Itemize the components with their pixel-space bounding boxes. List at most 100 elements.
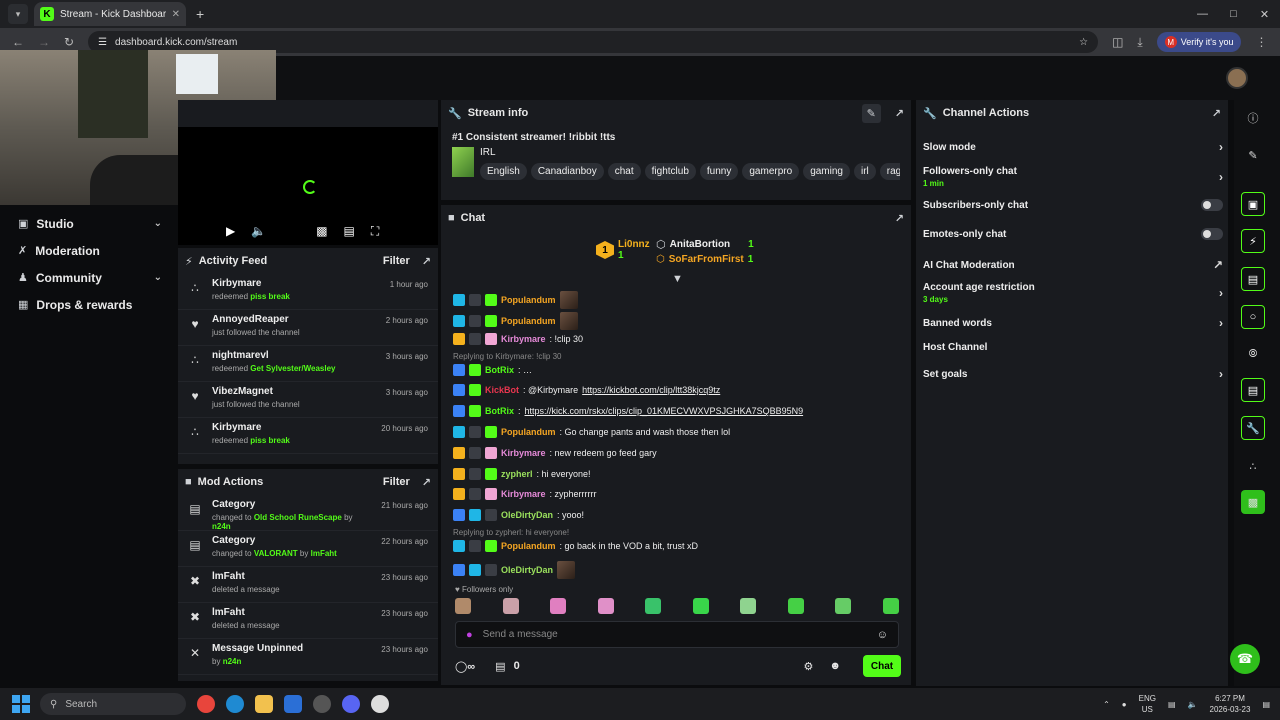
bookmark-star-icon[interactable]: ☆ xyxy=(1079,37,1088,48)
network-icon[interactable]: ▤ xyxy=(1168,700,1176,709)
mod-action-item[interactable]: ✕ Message Unpinned by n24n 23 hours ago xyxy=(178,639,438,675)
message-icon[interactable]: ○ xyxy=(1241,305,1265,329)
nav-item-community[interactable]: ♟ Community ⌄ xyxy=(0,264,176,291)
taskbar-clock[interactable]: 6:27 PM 2026-03-23 xyxy=(1210,693,1251,715)
chat-username[interactable]: Populandum xyxy=(501,541,556,551)
settings-gear-icon[interactable]: ⚙ xyxy=(804,660,814,673)
broadcast-icon[interactable]: ⦾ xyxy=(1241,342,1265,366)
tag-chip[interactable]: rage xyxy=(879,163,900,180)
file-explorer-icon[interactable] xyxy=(255,695,273,713)
mod-action-item[interactable]: ✖ lmFaht deleted a message 23 hours ago xyxy=(178,567,438,603)
chat-message[interactable]: Populandum: Go change pants and wash tho… xyxy=(453,426,730,438)
channel-action-item[interactable]: Set goals › xyxy=(923,367,1223,381)
collapse-leaderboard-icon[interactable]: ▼ xyxy=(672,273,683,285)
chat-username[interactable]: zypherl xyxy=(501,469,533,479)
chat-message[interactable]: BotRix: https://kick.com/rskx/clips/clip… xyxy=(453,405,803,417)
lightning-icon[interactable]: ⚡ xyxy=(1241,229,1265,253)
emote-picker-icon[interactable]: ☻ xyxy=(829,660,841,673)
speaker-icon[interactable]: 🔈 xyxy=(1188,700,1198,709)
new-tab-icon[interactable]: + xyxy=(196,6,204,22)
maximize-icon[interactable]: □ xyxy=(1218,0,1249,28)
chevron-right-icon[interactable]: › xyxy=(1219,367,1223,381)
browser-menu-icon[interactable]: ⋮ xyxy=(1255,35,1267,49)
close-tab-icon[interactable]: ✕ xyxy=(172,9,180,20)
edge-icon[interactable] xyxy=(226,695,244,713)
filter-button[interactable]: Filter xyxy=(383,255,410,267)
support-headset-icon[interactable]: ☎ xyxy=(1230,644,1260,674)
chat-message[interactable]: Populandum xyxy=(453,312,578,330)
channel-action-item[interactable]: Banned words › xyxy=(923,316,1223,330)
nav-item-drops[interactable]: ▦ Drops & rewards xyxy=(0,291,176,318)
channel-action-item[interactable]: Host Channel xyxy=(923,342,1223,353)
chat-username[interactable]: Kirbymare xyxy=(501,489,546,499)
play-icon[interactable]: ▶ xyxy=(226,224,235,238)
tray-chevron-icon[interactable]: ⌃ xyxy=(1103,700,1110,709)
channel-action-item[interactable]: Account age restriction 3 days › xyxy=(923,282,1223,304)
chat-username[interactable]: OleDirtyDan xyxy=(501,510,553,520)
emote-icon[interactable] xyxy=(597,598,614,614)
obs-icon[interactable] xyxy=(313,695,331,713)
leader-first[interactable]: 1 Li0nnz 1 xyxy=(596,239,650,261)
tag-chip[interactable]: gamerpro xyxy=(742,163,800,180)
community-icon[interactable]: ◯∞ xyxy=(455,660,475,673)
chat-username[interactable]: BotRix xyxy=(485,365,514,375)
back-icon[interactable]: ← xyxy=(12,35,24,49)
chat-username[interactable]: Populandum xyxy=(501,295,556,305)
chat-message[interactable]: zypherl: hi everyone! xyxy=(453,468,591,480)
tag-chip[interactable]: irl xyxy=(854,163,876,180)
chat-message[interactable]: KickBot: @Kirbymare https://kickbot.com/… xyxy=(453,384,720,396)
nav-item-moderation[interactable]: ✗ Moderation xyxy=(0,237,176,264)
popout-icon[interactable]: ↗ xyxy=(422,476,431,489)
emote-icon[interactable] xyxy=(645,598,661,614)
filter-button[interactable]: Filter xyxy=(383,476,410,488)
language-indicator[interactable]: ENG US xyxy=(1139,693,1156,715)
activity-item[interactable]: ∴ Kirbymare redeemed piss break 1 hour ago xyxy=(178,274,438,310)
capture-icon[interactable]: ▣ xyxy=(1241,192,1265,216)
leader-third[interactable]: ⬡ SoFarFromFirst 1 xyxy=(656,254,753,265)
tools-icon[interactable]: 🔧 xyxy=(1241,416,1265,440)
layout-icon[interactable]: ▤ xyxy=(1241,378,1265,402)
mod-action-item[interactable]: ▤ Category changed to VALORANT by lmFaht 22… xyxy=(178,531,438,567)
close-window-icon[interactable]: ✕ xyxy=(1249,0,1280,28)
send-chat-button[interactable]: Chat xyxy=(863,655,901,677)
tag-chip[interactable]: English xyxy=(480,163,527,180)
tag-chip[interactable]: Canadianboy xyxy=(530,163,604,180)
chat-message[interactable]: Populandum: go back in the VOD a bit, tr… xyxy=(453,540,698,552)
popout-icon[interactable]: ↗ xyxy=(895,212,904,225)
chat-username[interactable]: KickBot xyxy=(485,385,519,395)
mic-icon[interactable]: ● xyxy=(466,629,473,641)
windows-start-icon[interactable] xyxy=(12,695,30,713)
download-icon[interactable]: ⤓ xyxy=(1137,35,1142,50)
discord-icon[interactable] xyxy=(342,695,360,713)
emote-icon[interactable] xyxy=(740,598,756,614)
chevron-right-icon[interactable]: › xyxy=(1219,316,1223,330)
chat-username[interactable]: Populandum xyxy=(501,316,556,326)
leader-second[interactable]: ⬡ AnitaBortion 1 xyxy=(656,238,754,251)
tag-chip[interactable]: funny xyxy=(699,163,739,180)
chat-message[interactable]: Kirbymare: !clip 30 xyxy=(453,333,583,345)
toggle-switch[interactable] xyxy=(1201,228,1223,240)
settings-app-icon[interactable] xyxy=(371,695,389,713)
pencil-icon[interactable]: ✎ xyxy=(1241,143,1265,167)
browser-tab[interactable]: K Stream - Kick Dashboard ✕ xyxy=(34,2,186,26)
redeem-icon[interactable]: ∴ xyxy=(1241,454,1265,478)
chat-username[interactable]: BotRix xyxy=(485,406,514,416)
tab-search-icon[interactable]: ▾ xyxy=(8,4,28,24)
microphone-icon[interactable]: ● xyxy=(1122,700,1127,709)
minimize-icon[interactable]: — xyxy=(1187,0,1218,28)
channel-action-item[interactable]: Subscribers-only chat xyxy=(923,199,1223,211)
reload-icon[interactable]: ↻ xyxy=(64,35,74,49)
chat-message[interactable]: OleDirtyDan xyxy=(453,561,576,579)
emote-icon[interactable] xyxy=(787,598,804,614)
chevron-right-icon[interactable]: › xyxy=(1219,170,1223,184)
emote-icon[interactable] xyxy=(692,598,709,614)
chat-message[interactable]: OleDirtyDan: yooo! xyxy=(453,509,584,521)
activity-item[interactable]: ∴ nightmarevl redeemed Get Sylvester/Weasl… xyxy=(178,346,438,382)
chat-message[interactable]: Kirbymare: new redeem go feed gary xyxy=(453,447,657,459)
extensions-icon[interactable]: ◫ xyxy=(1112,35,1123,49)
popout-icon[interactable]: ↗ xyxy=(1212,107,1221,120)
verify-button[interactable]: M Verify it's you xyxy=(1156,32,1242,52)
popout-icon[interactable]: ↗ xyxy=(895,107,904,120)
chevron-right-icon[interactable]: › xyxy=(1219,140,1223,154)
activity-item[interactable]: ♥ VibezMagnet just followed the channel 3 h… xyxy=(178,382,438,418)
